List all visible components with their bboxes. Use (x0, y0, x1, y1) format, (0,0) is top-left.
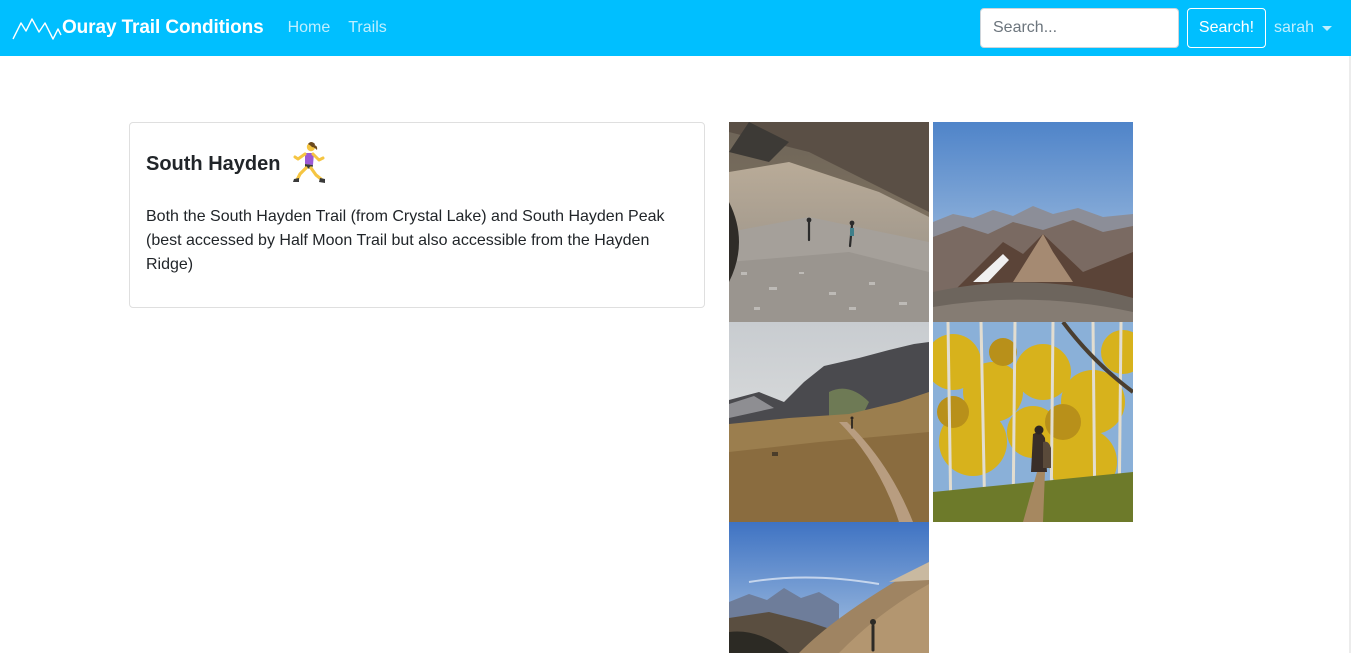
trail-description: Both the South Hayden Trail (from Crysta… (146, 208, 665, 273)
trail-photo-aspen-forest[interactable] (933, 322, 1133, 522)
trail-photo-grassy-valley[interactable] (729, 322, 929, 522)
photo-mountain-ridge-image (933, 122, 1133, 322)
woman-running-icon (293, 142, 326, 183)
user-name: sarah (1274, 19, 1315, 36)
caret-down-icon (1322, 25, 1333, 31)
top-navbar: Ouray Trail Conditions Home Trails Searc… (0, 0, 1351, 56)
search-button[interactable]: Search! (1187, 8, 1266, 48)
nav-trails-link[interactable]: Trails (348, 19, 387, 37)
mountain-logo-icon (12, 18, 62, 40)
user-dropdown[interactable]: sarah (1274, 18, 1333, 38)
trail-card: South Hayden Both the South Hayden Trail… (129, 122, 705, 308)
nav-home-link[interactable]: Home (288, 19, 331, 37)
search-input[interactable] (980, 8, 1179, 48)
trail-photo-scree-slope[interactable] (729, 122, 929, 322)
brand-link[interactable]: Ouray Trail Conditions (12, 15, 264, 41)
trail-photo-mountain-slope[interactable] (729, 522, 929, 653)
trail-photo-ridge-panorama[interactable] (933, 122, 1133, 322)
photo-valley-trail-image (729, 322, 929, 522)
photo-hiker-slope-image (729, 522, 929, 653)
trail-header: South Hayden (146, 141, 328, 187)
trail-name: South Hayden (146, 152, 281, 175)
photo-rocky-slope-image (729, 122, 929, 322)
brand-title: Ouray Trail Conditions (62, 17, 264, 38)
photo-aspen-trail-image (933, 322, 1133, 522)
